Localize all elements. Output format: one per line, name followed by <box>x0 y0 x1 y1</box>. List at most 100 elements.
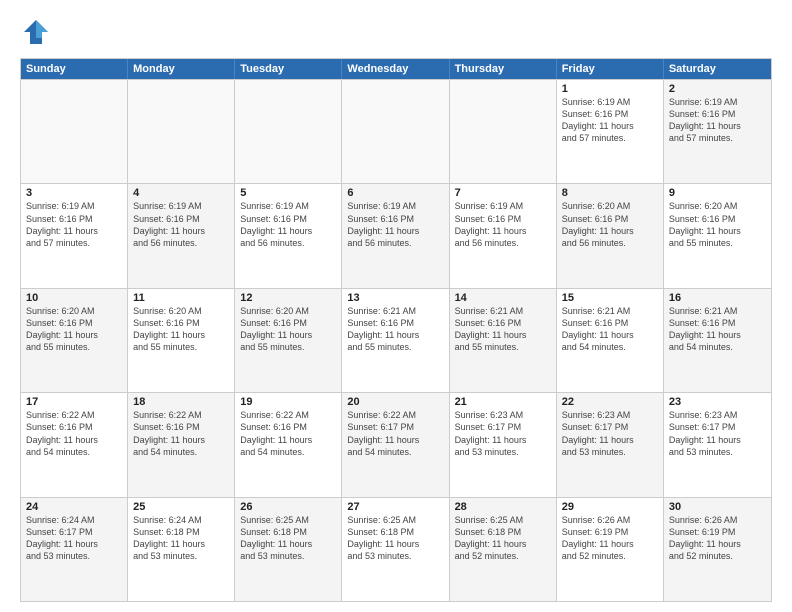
header <box>20 16 772 48</box>
day-number: 13 <box>347 292 443 304</box>
day-info: Sunrise: 6:20 AM Sunset: 6:16 PM Dayligh… <box>669 200 766 249</box>
day-cell-21: 21Sunrise: 6:23 AM Sunset: 6:17 PM Dayli… <box>450 393 557 496</box>
day-number: 10 <box>26 292 122 304</box>
header-cell-friday: Friday <box>557 59 664 79</box>
day-number: 28 <box>455 501 551 513</box>
day-number: 7 <box>455 187 551 199</box>
day-cell-7: 7Sunrise: 6:19 AM Sunset: 6:16 PM Daylig… <box>450 184 557 287</box>
day-info: Sunrise: 6:23 AM Sunset: 6:17 PM Dayligh… <box>562 409 658 458</box>
day-info: Sunrise: 6:25 AM Sunset: 6:18 PM Dayligh… <box>455 514 551 563</box>
day-info: Sunrise: 6:23 AM Sunset: 6:17 PM Dayligh… <box>669 409 766 458</box>
day-info: Sunrise: 6:19 AM Sunset: 6:16 PM Dayligh… <box>562 96 658 145</box>
empty-cell-0-0 <box>21 80 128 183</box>
day-info: Sunrise: 6:21 AM Sunset: 6:16 PM Dayligh… <box>455 305 551 354</box>
day-cell-18: 18Sunrise: 6:22 AM Sunset: 6:16 PM Dayli… <box>128 393 235 496</box>
header-cell-sunday: Sunday <box>21 59 128 79</box>
day-info: Sunrise: 6:24 AM Sunset: 6:17 PM Dayligh… <box>26 514 122 563</box>
header-cell-wednesday: Wednesday <box>342 59 449 79</box>
day-number: 6 <box>347 187 443 199</box>
day-number: 12 <box>240 292 336 304</box>
day-number: 24 <box>26 501 122 513</box>
day-cell-28: 28Sunrise: 6:25 AM Sunset: 6:18 PM Dayli… <box>450 498 557 601</box>
logo <box>20 16 56 48</box>
day-info: Sunrise: 6:24 AM Sunset: 6:18 PM Dayligh… <box>133 514 229 563</box>
calendar: SundayMondayTuesdayWednesdayThursdayFrid… <box>20 58 772 602</box>
calendar-row-1: 3Sunrise: 6:19 AM Sunset: 6:16 PM Daylig… <box>21 183 771 287</box>
header-cell-monday: Monday <box>128 59 235 79</box>
day-info: Sunrise: 6:23 AM Sunset: 6:17 PM Dayligh… <box>455 409 551 458</box>
day-number: 25 <box>133 501 229 513</box>
header-cell-thursday: Thursday <box>450 59 557 79</box>
day-info: Sunrise: 6:19 AM Sunset: 6:16 PM Dayligh… <box>347 200 443 249</box>
day-cell-5: 5Sunrise: 6:19 AM Sunset: 6:16 PM Daylig… <box>235 184 342 287</box>
day-info: Sunrise: 6:22 AM Sunset: 6:16 PM Dayligh… <box>133 409 229 458</box>
empty-cell-0-2 <box>235 80 342 183</box>
day-number: 30 <box>669 501 766 513</box>
calendar-row-4: 24Sunrise: 6:24 AM Sunset: 6:17 PM Dayli… <box>21 497 771 601</box>
day-number: 22 <box>562 396 658 408</box>
day-info: Sunrise: 6:20 AM Sunset: 6:16 PM Dayligh… <box>133 305 229 354</box>
day-number: 20 <box>347 396 443 408</box>
day-info: Sunrise: 6:19 AM Sunset: 6:16 PM Dayligh… <box>240 200 336 249</box>
day-number: 14 <box>455 292 551 304</box>
day-info: Sunrise: 6:21 AM Sunset: 6:16 PM Dayligh… <box>347 305 443 354</box>
day-number: 21 <box>455 396 551 408</box>
day-cell-25: 25Sunrise: 6:24 AM Sunset: 6:18 PM Dayli… <box>128 498 235 601</box>
day-number: 16 <box>669 292 766 304</box>
day-cell-30: 30Sunrise: 6:26 AM Sunset: 6:19 PM Dayli… <box>664 498 771 601</box>
day-cell-15: 15Sunrise: 6:21 AM Sunset: 6:16 PM Dayli… <box>557 289 664 392</box>
day-cell-11: 11Sunrise: 6:20 AM Sunset: 6:16 PM Dayli… <box>128 289 235 392</box>
day-number: 18 <box>133 396 229 408</box>
day-number: 1 <box>562 83 658 95</box>
empty-cell-0-1 <box>128 80 235 183</box>
day-number: 23 <box>669 396 766 408</box>
day-cell-2: 2Sunrise: 6:19 AM Sunset: 6:16 PM Daylig… <box>664 80 771 183</box>
day-cell-14: 14Sunrise: 6:21 AM Sunset: 6:16 PM Dayli… <box>450 289 557 392</box>
day-number: 8 <box>562 187 658 199</box>
calendar-body: 1Sunrise: 6:19 AM Sunset: 6:16 PM Daylig… <box>21 79 771 601</box>
day-info: Sunrise: 6:19 AM Sunset: 6:16 PM Dayligh… <box>455 200 551 249</box>
day-number: 15 <box>562 292 658 304</box>
day-number: 19 <box>240 396 336 408</box>
empty-cell-0-3 <box>342 80 449 183</box>
calendar-row-3: 17 Sunrise: 6:22 AM Sunset: 6:16 PM Dayli… <box>21 392 771 496</box>
day-cell-13: 13Sunrise: 6:21 AM Sunset: 6:16 PM Dayli… <box>342 289 449 392</box>
day-cell-17: 17Sunrise: 6:22 AM Sunset: 6:16 PM Dayli… <box>21 393 128 496</box>
day-number: 27 <box>347 501 443 513</box>
day-cell-1: 1Sunrise: 6:19 AM Sunset: 6:16 PM Daylig… <box>557 80 664 183</box>
day-info: Sunrise: 6:22 AM Sunset: 6:17 PM Dayligh… <box>347 409 443 458</box>
day-number: 29 <box>562 501 658 513</box>
day-cell-24: 24Sunrise: 6:24 AM Sunset: 6:17 PM Dayli… <box>21 498 128 601</box>
day-info: Sunrise: 6:21 AM Sunset: 6:16 PM Dayligh… <box>562 305 658 354</box>
day-cell-8: 8Sunrise: 6:20 AM Sunset: 6:16 PM Daylig… <box>557 184 664 287</box>
day-info: Sunrise: 6:26 AM Sunset: 6:19 PM Dayligh… <box>562 514 658 563</box>
day-number: 3 <box>26 187 122 199</box>
day-info: Sunrise: 6:20 AM Sunset: 6:16 PM Dayligh… <box>26 305 122 354</box>
day-cell-4: 4Sunrise: 6:19 AM Sunset: 6:16 PM Daylig… <box>128 184 235 287</box>
day-cell-6: 6Sunrise: 6:19 AM Sunset: 6:16 PM Daylig… <box>342 184 449 287</box>
day-number: 11 <box>133 292 229 304</box>
day-info: Sunrise: 6:22 AM Sunset: 6:16 PM Dayligh… <box>240 409 336 458</box>
day-cell-16: 16Sunrise: 6:21 AM Sunset: 6:16 PM Dayli… <box>664 289 771 392</box>
calendar-row-0: 1Sunrise: 6:19 AM Sunset: 6:16 PM Daylig… <box>21 79 771 183</box>
day-number: 4 <box>133 187 229 199</box>
header-cell-saturday: Saturday <box>664 59 771 79</box>
day-cell-22: 22Sunrise: 6:23 AM Sunset: 6:17 PM Dayli… <box>557 393 664 496</box>
day-cell-19: 19Sunrise: 6:22 AM Sunset: 6:16 PM Dayli… <box>235 393 342 496</box>
day-info: Sunrise: 6:26 AM Sunset: 6:19 PM Dayligh… <box>669 514 766 563</box>
day-cell-20: 20Sunrise: 6:22 AM Sunset: 6:17 PM Dayli… <box>342 393 449 496</box>
day-info: Sunrise: 6:25 AM Sunset: 6:18 PM Dayligh… <box>347 514 443 563</box>
day-cell-26: 26Sunrise: 6:25 AM Sunset: 6:18 PM Dayli… <box>235 498 342 601</box>
empty-cell-0-4 <box>450 80 557 183</box>
day-number: 5 <box>240 187 336 199</box>
day-cell-27: 27Sunrise: 6:25 AM Sunset: 6:18 PM Dayli… <box>342 498 449 601</box>
day-cell-23: 23Sunrise: 6:23 AM Sunset: 6:17 PM Dayli… <box>664 393 771 496</box>
day-cell-3: 3Sunrise: 6:19 AM Sunset: 6:16 PM Daylig… <box>21 184 128 287</box>
day-info: Sunrise: 6:21 AM Sunset: 6:16 PM Dayligh… <box>669 305 766 354</box>
day-number: 17 <box>26 396 122 408</box>
page: SundayMondayTuesdayWednesdayThursdayFrid… <box>0 0 792 612</box>
calendar-header: SundayMondayTuesdayWednesdayThursdayFrid… <box>21 59 771 79</box>
day-info: Sunrise: 6:20 AM Sunset: 6:16 PM Dayligh… <box>240 305 336 354</box>
day-info: Sunrise: 6:19 AM Sunset: 6:16 PM Dayligh… <box>26 200 122 249</box>
day-cell-29: 29Sunrise: 6:26 AM Sunset: 6:19 PM Dayli… <box>557 498 664 601</box>
